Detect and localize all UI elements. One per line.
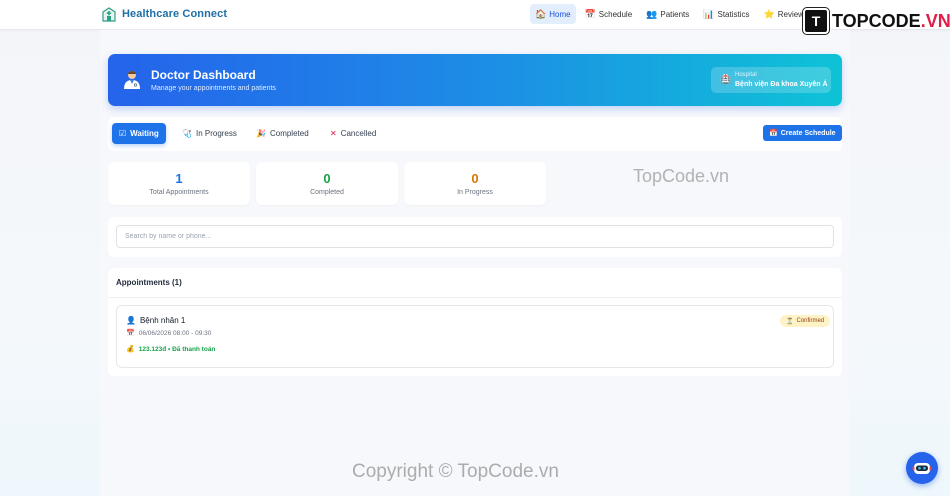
tab-completed[interactable]: 🎉 Completed (249, 123, 316, 144)
search-input[interactable] (116, 225, 834, 248)
hospital-label: Hospital (735, 72, 757, 78)
money-bag-icon: 💰 (126, 346, 135, 353)
watermark-logo-text-b: .VN (920, 10, 950, 31)
party-icon: 🎉 (256, 129, 266, 138)
watermark-copyright: Copyright © TopCode.vn (352, 461, 559, 482)
create-schedule-button[interactable]: 📅 Create Schedule (763, 125, 842, 141)
watermark-logo: T TOPCODE.VN (803, 8, 950, 34)
search-panel (108, 217, 842, 257)
create-schedule-label: Create Schedule (780, 129, 836, 137)
nav-schedule[interactable]: 📅 Schedule (580, 4, 638, 24)
appointment-datetime: 06/06/2026 08:00 - 09:30 (138, 329, 212, 337)
brand-logo[interactable]: Healthcare Connect (101, 6, 227, 22)
hospital-building-icon (102, 7, 116, 22)
check-icon: ☑ (119, 129, 127, 138)
page-subtitle: Manage your appointments and patients (151, 85, 276, 92)
hospital-icon: 🏥 (720, 74, 732, 84)
tab-waiting-label: Waiting (130, 129, 159, 138)
tab-completed-label: Completed (269, 129, 309, 138)
stat-completed-value: 0 (323, 171, 331, 186)
appointments-panel: Appointments (1) 👤 Bệnh nhân 1 📅 06/06/2… (108, 268, 842, 376)
tab-in-progress-label: In Progress (195, 129, 237, 138)
calendar-icon: 📅 (769, 130, 778, 137)
watermark-logo-text-a: TOPCODE (832, 10, 921, 31)
watermark-text: TopCode.vn (633, 166, 730, 186)
calendar-icon: 📅 (126, 330, 135, 337)
patient-name: Bệnh nhân 1 (139, 316, 186, 325)
reviews-icon: ⭐ (763, 8, 775, 19)
nav-patients[interactable]: 👥 Patients (641, 4, 694, 24)
watermark-logo-text: TOPCODE.VN (832, 11, 950, 32)
page-title: Doctor Dashboard (151, 68, 256, 82)
nav-home[interactable]: 🏠 Home (530, 4, 576, 24)
stat-in-progress-value: 0 (471, 171, 479, 186)
cross-icon: ✕ (330, 129, 337, 138)
hospital-info: 🏥 Hospital Bệnh viện Đa khoa Xuyên Á (711, 67, 831, 93)
chatbot-button[interactable] (906, 452, 938, 484)
statistics-icon: 📊 (703, 8, 715, 19)
stat-total-value: 1 (175, 171, 183, 186)
schedule-icon: 📅 (584, 8, 596, 19)
appointments-heading: Appointments (1) (116, 278, 182, 287)
patient-row: 👤 Bệnh nhân 1 (126, 316, 185, 325)
nav-statistics-label: Statistics (717, 9, 750, 19)
tab-cancelled[interactable]: ✕ Cancelled (323, 123, 383, 144)
nav-home-label: Home (549, 9, 571, 19)
status-tabs: ☑ Waiting 🩺 In Progress 🎉 Completed ✕ Ca… (108, 117, 842, 151)
tab-cancelled-label: Cancelled (340, 129, 377, 138)
hospital-name: Bệnh viện Đa khoa Xuyên Á (735, 81, 828, 88)
time-row: 📅 06/06/2026 08:00 - 09:30 (126, 329, 212, 338)
doctor-icon (124, 71, 140, 89)
stat-card-completed: 0 Completed (256, 162, 398, 205)
stethoscope-icon: 🩺 (182, 129, 192, 138)
status-label: Confirmed (796, 318, 825, 324)
nav-statistics[interactable]: 📊 Statistics (698, 4, 754, 24)
nav-patients-label: Patients (660, 9, 690, 19)
dashboard-hero: Doctor Dashboard Manage your appointment… (108, 54, 842, 106)
appointment-card[interactable]: 👤 Bệnh nhân 1 📅 06/06/2026 08:00 - 09:30… (116, 305, 834, 368)
payment-row: 💰 123.123đ • Đã thanh toán (126, 345, 216, 354)
home-icon: 🏠 (535, 8, 547, 19)
user-icon: 👤 (126, 316, 136, 325)
stat-in-progress-label: In Progress (457, 189, 493, 196)
patients-icon: 👥 (646, 8, 658, 19)
payment-info: 123.123đ • Đã thanh toán (138, 345, 216, 353)
stat-card-total: 1 Total Appointments (108, 162, 250, 205)
robot-icon (912, 463, 932, 474)
nav-links: 🏠 Home 📅 Schedule 👥 Patients 📊 Statistic… (530, 4, 813, 24)
stat-card-in-progress: 0 In Progress (404, 162, 546, 205)
nav-schedule-label: Schedule (598, 9, 633, 19)
status-badge: ⏳ Confirmed (780, 315, 831, 327)
stat-completed-label: Completed (310, 189, 344, 196)
divider (108, 297, 842, 298)
stat-total-label: Total Appointments (149, 189, 209, 196)
tab-in-progress[interactable]: 🩺 In Progress (175, 123, 244, 144)
tab-waiting[interactable]: ☑ Waiting (112, 123, 166, 144)
hourglass-icon: ⏳ (786, 318, 794, 325)
watermark-logo-box: T (803, 8, 829, 34)
brand-name: Healthcare Connect (122, 8, 228, 20)
